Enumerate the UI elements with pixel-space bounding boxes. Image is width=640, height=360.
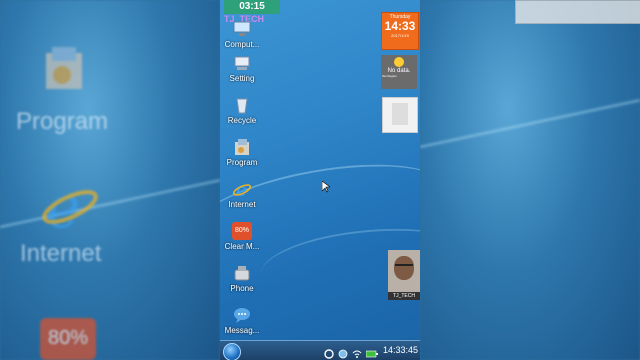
program-icon: [232, 138, 252, 156]
settings-icon: [232, 54, 252, 72]
desktop-icon-program[interactable]: Program: [222, 138, 262, 167]
internet-explorer-icon: e: [232, 180, 252, 201]
battery-icon[interactable]: [365, 346, 378, 358]
weather-location: Set Region: [382, 74, 397, 78]
desktop-icon-label: Clear M...: [224, 242, 260, 251]
photo-widget[interactable]: [382, 97, 418, 133]
desktop-icon-label: Recycle: [227, 116, 257, 125]
program-label-large: Program: [16, 108, 109, 135]
desktop-icon-label: Program: [226, 158, 258, 167]
taskbar-clock: 14:33:45: [383, 345, 419, 355]
globe-icon[interactable]: [338, 346, 348, 359]
desktop-icon-setting[interactable]: Setting: [222, 54, 262, 83]
background-left: Program e Internet 80%: [0, 0, 220, 360]
program-icon-large: [42, 45, 90, 93]
computer-icon: [232, 20, 252, 38]
recycle-bin-icon: [232, 96, 252, 114]
weather-widget[interactable]: No data. Set Region: [381, 55, 417, 89]
desktop-icon-clear-memory[interactable]: 80% Clear M...: [222, 222, 262, 251]
desktop-icon-label: Internet: [228, 200, 256, 209]
calendar-date: 2017/1/19: [391, 33, 409, 38]
clean-badge-large: 80%: [40, 318, 96, 360]
start-button[interactable]: [223, 343, 241, 360]
phone-screen: 03:15 TJ_TECH Comput... Setting Recycle …: [220, 0, 420, 360]
placeholder-person-icon: [392, 103, 408, 125]
desktop-icon-recycle[interactable]: Recycle: [222, 96, 262, 125]
background-right: [420, 0, 640, 360]
messages-icon: [232, 306, 252, 324]
light-streak: [420, 86, 640, 157]
desktop-icon-computer[interactable]: Comput...: [222, 20, 262, 49]
sync-icon[interactable]: [324, 346, 334, 359]
desktop-icon-phone[interactable]: Phone: [222, 264, 262, 293]
status-time: 03:15: [224, 0, 280, 14]
clean-memory-icon: 80%: [232, 222, 252, 240]
phone-icon: [232, 264, 252, 282]
desktop-icon-label: Messag...: [224, 326, 260, 335]
desktop-icon-label: Phone: [230, 284, 254, 293]
sun-icon: [394, 57, 404, 67]
cursor-icon: [321, 180, 331, 198]
taskbar: 14:33:45: [220, 340, 420, 360]
light-streak: [0, 166, 220, 237]
calendar-widget[interactable]: Thursday 14:33 2017/1/19: [381, 12, 419, 50]
desktop-icon-internet[interactable]: e Internet: [222, 180, 262, 209]
clean-memory-badge: 80%: [234, 227, 249, 234]
calendar-time: 14:33: [384, 19, 416, 33]
internet-icon-large: e: [40, 173, 100, 241]
wifi-icon[interactable]: [352, 346, 362, 358]
channel-avatar: TJ_TECH: [388, 250, 420, 300]
glasses-icon: [395, 264, 413, 270]
internet-label-large: Internet: [20, 240, 102, 267]
ghost-window: [515, 0, 640, 24]
clean-badge-large-text: 80%: [47, 327, 89, 349]
avatar-watermark: TJ_TECH: [388, 292, 420, 300]
desktop-icon-messages[interactable]: Messag...: [222, 306, 262, 335]
desktop-icon-label: Setting: [229, 74, 255, 83]
desktop-icon-label: Comput...: [224, 40, 260, 49]
